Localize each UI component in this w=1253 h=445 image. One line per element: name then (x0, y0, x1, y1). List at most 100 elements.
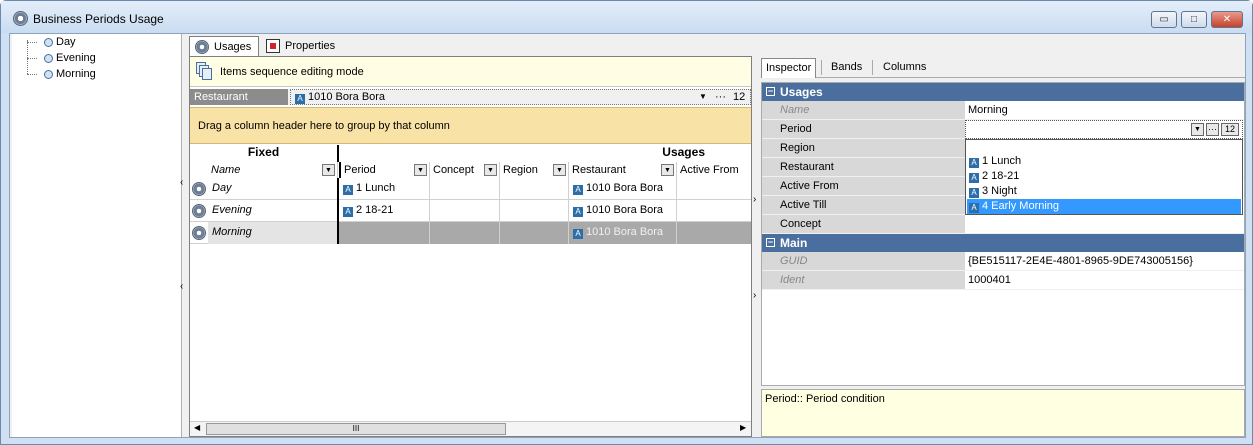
prop-value[interactable]: 1000401 (966, 271, 1244, 290)
column-header-active-from[interactable]: Active From (677, 162, 751, 178)
category-label: Main (780, 236, 808, 250)
prop-value[interactable]: Morning (966, 101, 1244, 120)
tab-columns[interactable]: Columns (879, 58, 930, 78)
ellipsis-button[interactable]: ··· (1206, 123, 1219, 136)
category-usages[interactable]: − Usages (762, 83, 1244, 101)
horizontal-scrollbar[interactable]: ◀ III ▶ (190, 421, 751, 436)
cell-active-from[interactable] (677, 178, 751, 200)
ellipsis-button[interactable]: ··· (715, 90, 726, 104)
table-row[interactable]: Day A1 Lunch A 1010 Bora Bora (190, 178, 751, 200)
cell-name[interactable]: Day (208, 178, 339, 200)
entity-icon: A (573, 229, 583, 239)
tab-inspector[interactable]: Inspector (761, 58, 817, 78)
cell-restaurant[interactable]: A 1010 Bora Bora (569, 222, 677, 244)
maximize-button[interactable]: □ (1181, 11, 1207, 28)
row-gear-icon (192, 204, 206, 218)
prop-row-guid[interactable]: GUID {BE515117-2E4E-4801-8965-9DE7430051… (762, 252, 1244, 271)
column-header-name[interactable]: Name ▼ (208, 162, 338, 178)
group-by-panel[interactable]: Drag a column header here to group by th… (190, 107, 751, 144)
collapse-left-icon[interactable]: ‹ (180, 281, 183, 292)
tree-item-label: Evening (56, 52, 96, 64)
column-header-period[interactable]: Period ▼ (339, 162, 430, 178)
prop-label: Ident (762, 271, 965, 290)
category-main[interactable]: − Main (762, 234, 1244, 252)
dropdown-arrow-icon[interactable]: ▼ (699, 90, 707, 104)
filter-dropdown-icon[interactable]: ▼ (553, 164, 566, 176)
prop-row-name[interactable]: Name Morning (762, 101, 1244, 120)
table-row-selected[interactable]: Morning A 1010 Bora Bora (190, 222, 751, 244)
period-dropdown-list[interactable]: A1 Lunch A2 18-21 A3 Night A4 Early Morn… (965, 139, 1243, 215)
prop-row-ident[interactable]: Ident 1000401 (762, 271, 1244, 290)
cell-active-from[interactable] (677, 200, 751, 222)
entity-icon: A (573, 185, 583, 195)
period-editor[interactable]: ▼ ··· 12 (965, 120, 1243, 139)
tab-usages[interactable]: Usages (189, 36, 259, 56)
cell-name[interactable]: Morning (208, 222, 339, 244)
cell-region[interactable] (500, 200, 569, 222)
table-row[interactable]: Evening A2 18-21 A 1010 Bora Bora (190, 200, 751, 222)
title-bar: Business Periods Usage ▭ □ ✕ (1, 1, 1252, 33)
prop-row-concept[interactable]: Concept (762, 215, 1244, 234)
node-icon (44, 38, 53, 47)
collapse-icon[interactable]: − (766, 238, 775, 247)
column-header-region[interactable]: Region ▼ (500, 162, 569, 178)
close-button[interactable]: ✕ (1211, 11, 1243, 28)
period-option[interactable]: A1 Lunch (967, 154, 1241, 169)
node-icon (44, 70, 53, 79)
collapse-left-icon[interactable]: ‹ (180, 177, 183, 188)
property-description: Period:: Period condition (761, 389, 1245, 437)
restaurant-filter: Restaurant A 1010 Bora Bora ▼ ··· 12 (190, 89, 751, 105)
restaurant-filter-input[interactable]: A 1010 Bora Bora ▼ ··· 12 (290, 89, 751, 105)
column-header-restaurant[interactable]: Restaurant ▼ (569, 162, 677, 178)
cell-region[interactable] (500, 178, 569, 200)
cell-concept[interactable] (430, 178, 500, 200)
cell-period[interactable]: A1 Lunch (339, 178, 430, 200)
sequence-mode-bar: Items sequence editing mode (190, 57, 751, 87)
usages-panel: Items sequence editing mode Restaurant A… (189, 56, 752, 437)
period-option-highlighted[interactable]: A4 Early Morning (967, 199, 1241, 214)
expand-right-icon[interactable]: › (753, 194, 756, 205)
period-option[interactable]: A2 18-21 (967, 169, 1241, 184)
option-label: 3 Night (982, 185, 1017, 197)
filter-dropdown-icon[interactable]: ▼ (484, 164, 497, 176)
column-header-concept[interactable]: Concept ▼ (430, 162, 500, 178)
filter-dropdown-icon[interactable]: ▼ (322, 164, 335, 176)
cell-concept[interactable] (430, 222, 500, 244)
entity-icon: A (969, 173, 979, 183)
prop-label: Restaurant (762, 158, 965, 177)
cell-restaurant-value: 1010 Bora Bora (586, 204, 664, 216)
prop-value[interactable]: {BE515117-2E4E-4801-8965-9DE743005156} (966, 252, 1244, 271)
cell-restaurant[interactable]: A 1010 Bora Bora (569, 178, 677, 200)
cell-region[interactable] (500, 222, 569, 244)
scroll-left-icon[interactable]: ◀ (194, 423, 200, 432)
minimize-button[interactable]: ▭ (1151, 11, 1177, 28)
scroll-right-icon[interactable]: ▶ (740, 423, 746, 432)
tree-item-evening[interactable]: Evening (44, 52, 96, 66)
restaurant-filter-label: Restaurant (190, 89, 288, 105)
expand-right-icon[interactable]: › (753, 290, 756, 301)
period-option[interactable]: A3 Night (967, 184, 1241, 199)
cell-active-from[interactable] (677, 222, 751, 244)
tree-item-day[interactable]: Day (44, 36, 76, 50)
cell-restaurant[interactable]: A 1010 Bora Bora (569, 200, 677, 222)
period-tree[interactable]: Day Evening Morning (12, 34, 182, 437)
filter-dropdown-icon[interactable]: ▼ (661, 164, 674, 176)
cell-period[interactable] (339, 222, 430, 244)
sequence-items-icon (196, 62, 212, 80)
cell-period[interactable]: A2 18-21 (339, 200, 430, 222)
prop-label: Name (762, 101, 965, 120)
tree-item-morning[interactable]: Morning (44, 68, 96, 82)
collapse-icon[interactable]: − (766, 87, 775, 96)
entity-icon: A (573, 207, 583, 217)
column-label: Name (211, 164, 241, 176)
scroll-thumb[interactable]: III (206, 423, 506, 435)
dropdown-arrow-icon[interactable]: ▼ (1191, 123, 1204, 136)
sequence-mode-label: Items sequence editing mode (220, 66, 364, 78)
option-label: 1 Lunch (982, 155, 1022, 167)
tab-bands[interactable]: Bands (827, 58, 866, 78)
cell-name[interactable]: Evening (208, 200, 339, 222)
filter-dropdown-icon[interactable]: ▼ (414, 164, 427, 176)
tab-properties[interactable]: Properties (261, 36, 341, 56)
cell-concept[interactable] (430, 200, 500, 222)
client-area: Day Evening Morning Usages Properties ‹ … (9, 33, 1246, 438)
